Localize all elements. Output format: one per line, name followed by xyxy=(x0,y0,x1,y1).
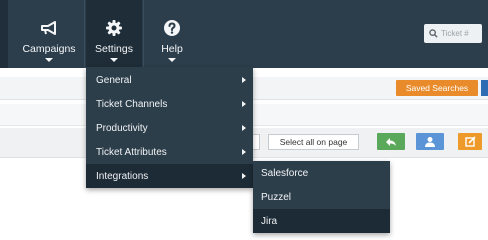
nav-edge xyxy=(0,0,8,68)
menu-item-ticket-attributes[interactable]: Ticket Attributes xyxy=(86,140,253,164)
edit-button[interactable] xyxy=(458,133,482,150)
select-all-button[interactable]: Select all on page xyxy=(268,134,359,150)
nav-help[interactable]: Help xyxy=(145,0,199,68)
chevron-right-icon xyxy=(242,101,246,107)
chevron-right-icon xyxy=(242,173,246,179)
ticket-search-input[interactable]: Ticket # xyxy=(424,24,482,43)
submenu-item-puzzel[interactable]: Puzzel xyxy=(253,185,390,209)
nav-campaigns[interactable]: Campaigns xyxy=(16,0,82,68)
nav-help-label: Help xyxy=(161,43,183,55)
menu-item-label: Integrations xyxy=(96,170,149,182)
user-icon xyxy=(425,137,435,147)
nav-divider xyxy=(84,0,85,68)
menu-item-label: Productivity xyxy=(96,122,148,134)
chevron-down-icon xyxy=(110,58,118,62)
nav-campaigns-label: Campaigns xyxy=(22,43,76,55)
nav-settings[interactable]: Settings xyxy=(86,0,142,68)
settings-dropdown-menu: General Ticket Channels Productivity Tic… xyxy=(86,67,253,188)
chevron-down-icon xyxy=(45,58,53,62)
nav-settings-label: Settings xyxy=(95,43,133,55)
saved-searches-button[interactable]: Saved Searches xyxy=(396,80,478,96)
chevron-down-icon xyxy=(168,58,176,62)
chevron-right-icon xyxy=(242,125,246,131)
chevron-right-icon xyxy=(242,149,246,155)
help-icon xyxy=(164,20,180,36)
chevron-right-icon xyxy=(242,77,246,83)
menu-item-integrations[interactable]: Integrations xyxy=(86,164,253,188)
toolbar-dropdown[interactable] xyxy=(252,134,260,150)
menu-item-productivity[interactable]: Productivity xyxy=(86,116,253,140)
menu-item-ticket-channels[interactable]: Ticket Channels xyxy=(86,92,253,116)
megaphone-icon xyxy=(41,21,56,35)
reply-arrow-icon xyxy=(386,137,396,146)
menu-item-label: General xyxy=(96,74,132,86)
integrations-submenu: Salesforce Puzzel Jira xyxy=(253,161,390,233)
edit-icon xyxy=(464,136,476,147)
submenu-item-salesforce[interactable]: Salesforce xyxy=(253,161,390,185)
gear-icon xyxy=(106,20,122,36)
search-icon xyxy=(429,29,438,38)
partial-button[interactable] xyxy=(481,80,488,96)
menu-item-general[interactable]: General xyxy=(86,68,253,92)
menu-item-label: Ticket Channels xyxy=(96,98,168,110)
top-navigation-bar: Campaigns Settings Help Ticket # xyxy=(0,0,488,68)
reply-button[interactable] xyxy=(377,133,405,150)
assign-button[interactable] xyxy=(416,133,444,150)
submenu-item-jira[interactable]: Jira xyxy=(253,209,390,233)
menu-item-label: Ticket Attributes xyxy=(96,146,167,158)
search-placeholder: Ticket # xyxy=(441,29,469,38)
nav-divider xyxy=(143,0,144,68)
